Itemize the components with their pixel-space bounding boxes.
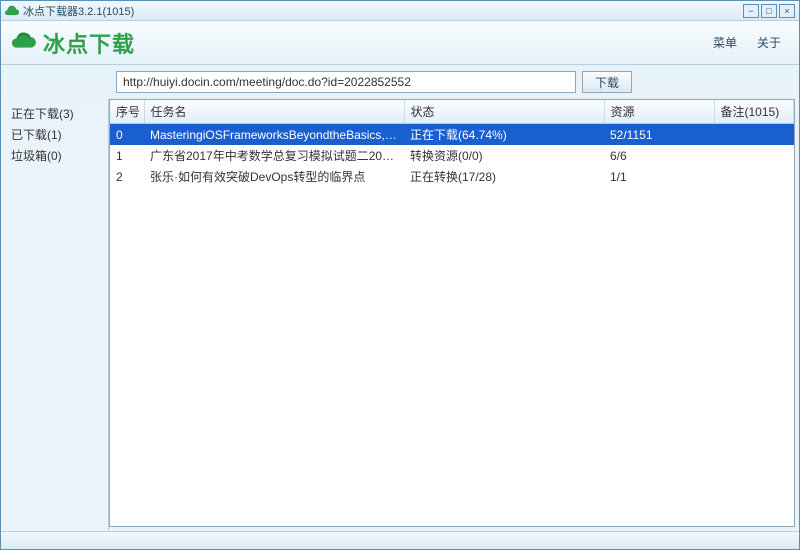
table-row[interactable]: 0MasteringiOSFrameworksBeyondtheBasics,2… xyxy=(110,124,794,146)
cell-note xyxy=(714,166,794,187)
menu-button[interactable]: 菜单 xyxy=(703,30,747,55)
main-panel: 序号 任务名 状态 资源 备注(1015) 0MasteringiOSFrame… xyxy=(109,99,795,527)
statusbar xyxy=(1,531,799,549)
close-button[interactable]: × xyxy=(779,4,795,18)
brand: 冰点下载 xyxy=(9,27,703,59)
body: 正在下载(3) 已下载(1) 垃圾箱(0) 序号 任务名 状态 资源 备注(10… xyxy=(1,99,799,531)
col-name[interactable]: 任务名 xyxy=(144,100,404,124)
table-row[interactable]: 2张乐·如何有效突破DevOps转型的临界点正在转换(17/28)1/1 xyxy=(110,166,794,187)
col-resource[interactable]: 资源 xyxy=(604,100,714,124)
table-header-row: 序号 任务名 状态 资源 备注(1015) xyxy=(110,100,794,124)
about-button[interactable]: 关于 xyxy=(747,30,791,55)
cell-seq: 0 xyxy=(110,124,144,146)
cell-resource: 52/1151 xyxy=(604,124,714,146)
cell-seq: 2 xyxy=(110,166,144,187)
sidebar: 正在下载(3) 已下载(1) 垃圾箱(0) xyxy=(1,99,109,531)
cell-note xyxy=(714,145,794,166)
table-body: 0MasteringiOSFrameworksBeyondtheBasics,2… xyxy=(110,124,794,188)
app-window: 冰点下载器3.2.1(1015) − □ × 冰点下载 菜单 关于 下载 正在下… xyxy=(0,0,800,550)
url-input[interactable] xyxy=(116,71,576,93)
cell-resource: 6/6 xyxy=(604,145,714,166)
cell-name: 张乐·如何有效突破DevOps转型的临界点 xyxy=(144,166,404,187)
col-status[interactable]: 状态 xyxy=(404,100,604,124)
sidebar-item-downloading[interactable]: 正在下载(3) xyxy=(1,103,108,124)
col-note[interactable]: 备注(1015) xyxy=(714,100,794,124)
brand-text: 冰点下载 xyxy=(43,27,135,59)
downloads-table: 序号 任务名 状态 资源 备注(1015) 0MasteringiOSFrame… xyxy=(110,100,794,187)
cell-seq: 1 xyxy=(110,145,144,166)
table-row[interactable]: 1广东省2017年中考数学总复习模拟试题二201707...转换资源(0/0)6… xyxy=(110,145,794,166)
url-row: 下载 xyxy=(1,65,799,99)
maximize-button[interactable]: □ xyxy=(761,4,777,18)
app-icon xyxy=(5,4,19,18)
sidebar-item-trash[interactable]: 垃圾箱(0) xyxy=(1,145,108,166)
cell-name: 广东省2017年中考数学总复习模拟试题二201707... xyxy=(144,145,404,166)
cell-status: 正在转换(17/28) xyxy=(404,166,604,187)
cell-status: 正在下载(64.74%) xyxy=(404,124,604,146)
download-button[interactable]: 下载 xyxy=(582,71,632,93)
cell-note xyxy=(714,124,794,146)
minimize-button[interactable]: − xyxy=(743,4,759,18)
header: 冰点下载 菜单 关于 xyxy=(1,21,799,65)
window-controls: − □ × xyxy=(743,4,795,18)
titlebar[interactable]: 冰点下载器3.2.1(1015) − □ × xyxy=(1,1,799,21)
cell-resource: 1/1 xyxy=(604,166,714,187)
brand-icon xyxy=(9,29,37,57)
col-seq[interactable]: 序号 xyxy=(110,100,144,124)
sidebar-item-downloaded[interactable]: 已下载(1) xyxy=(1,124,108,145)
window-title: 冰点下载器3.2.1(1015) xyxy=(23,3,739,19)
cell-name: MasteringiOSFrameworksBeyondtheBasics,2n… xyxy=(144,124,404,146)
cell-status: 转换资源(0/0) xyxy=(404,145,604,166)
